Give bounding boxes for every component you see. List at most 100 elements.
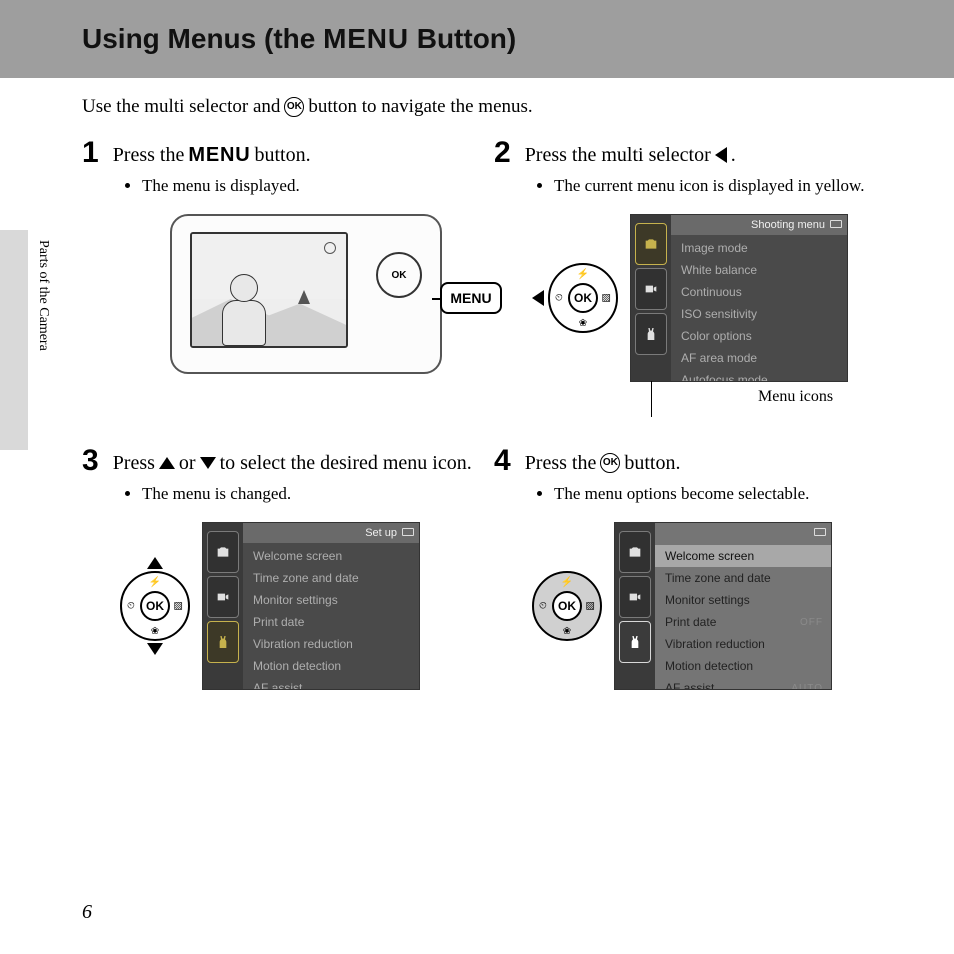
menu-row: ISO sensitivity xyxy=(671,303,847,325)
ok-icon: OK xyxy=(284,97,304,117)
menu-header: Set up xyxy=(243,523,419,543)
menu-row: Welcome screen xyxy=(243,545,419,567)
macro-icon: ❀ xyxy=(579,318,587,329)
flash-icon: ⚡ xyxy=(577,269,589,280)
menu-row: Vibration reduction xyxy=(655,633,831,655)
menu-row: Motion detection xyxy=(243,655,419,677)
step-2: 2 Press the multi selector . The current… xyxy=(494,138,894,406)
timer-icon: ⏲ xyxy=(555,293,563,304)
step-4-title: Press the OK button. xyxy=(525,446,681,476)
flash-icon: ⚡ xyxy=(149,577,161,588)
menu-header: Shooting menu xyxy=(671,215,847,235)
menu-word-header: MENU xyxy=(323,23,409,54)
step-4-bullet: The menu options become selectable. xyxy=(554,484,894,504)
title-prefix: Using Menus (the xyxy=(82,23,323,54)
ev-icon: ▨ xyxy=(602,293,611,304)
dial-arrow-left-icon xyxy=(532,290,544,306)
shooting-menu-screen: Shooting menu Image mode White balance C… xyxy=(630,214,848,382)
step-4-number: 4 xyxy=(494,446,511,476)
step-1-title: Press the MENU button. xyxy=(113,138,311,168)
step-2-bullets: The current menu icon is displayed in ye… xyxy=(494,176,894,196)
step-2-number: 2 xyxy=(494,138,511,168)
battery-icon xyxy=(402,528,414,536)
menu-row: Print date xyxy=(243,611,419,633)
menu-icon-column xyxy=(203,523,243,689)
dial-arrow-down-icon xyxy=(147,643,163,655)
step-3-title: Press or to select the desired menu icon… xyxy=(113,446,472,476)
timer-icon: ⏲ xyxy=(539,601,547,612)
menu-list: Welcome screen Time zone and date Monito… xyxy=(655,523,831,689)
macro-icon: ❀ xyxy=(151,626,159,637)
intro-paragraph: Use the multi selector and OK button to … xyxy=(0,78,954,138)
section-tab-label: Parts of the Camera xyxy=(35,240,51,351)
step-2-title: Press the multi selector . xyxy=(525,138,736,168)
title-suffix: Button) xyxy=(409,23,516,54)
movie-tab-icon xyxy=(207,576,239,618)
setup-tab-icon xyxy=(635,313,667,355)
step-3-bullet: The menu is changed. xyxy=(142,484,482,504)
menu-row: Welcome screen xyxy=(655,545,831,567)
step-1: 1 Press the MENU button. The menu is dis… xyxy=(82,138,482,406)
page-title: Using Menus (the MENU Button) xyxy=(82,23,516,55)
dial-arrow-up-icon xyxy=(147,557,163,569)
ok-dial: ⚡ ❀ ⏲ ▨ OK xyxy=(548,263,618,333)
section-tab xyxy=(0,230,28,450)
ev-icon: ▨ xyxy=(586,601,595,612)
flash-icon: ⚡ xyxy=(561,577,573,588)
menu-header-label: Set up xyxy=(365,527,397,539)
triangle-left-icon xyxy=(715,147,727,163)
step-3-bullets: The menu is changed. xyxy=(82,484,482,504)
battery-icon xyxy=(830,220,842,228)
ok-dial-mini: OK xyxy=(376,252,422,298)
step-4-illustration: ⚡ ❀ ⏲ ▨ OK xyxy=(494,522,894,690)
movie-tab-icon xyxy=(635,268,667,310)
menu-row: Color options xyxy=(671,325,847,347)
step-2-bullet: The current menu icon is displayed in ye… xyxy=(554,176,894,196)
pointer-line-icon xyxy=(651,381,652,417)
menu-list: Image mode White balance Continuous ISO … xyxy=(671,215,847,381)
ev-icon: ▨ xyxy=(174,601,183,612)
battery-icon xyxy=(814,528,826,536)
menu-row: White balance xyxy=(671,259,847,281)
boat-icon xyxy=(298,290,310,304)
triangle-down-icon xyxy=(200,457,216,469)
menu-row: Monitor settings xyxy=(243,589,419,611)
page-number: 6 xyxy=(82,901,92,924)
macro-icon: ❀ xyxy=(563,626,571,637)
intro-text-b: button to navigate the menus. xyxy=(308,96,532,118)
triangle-up-icon xyxy=(159,457,175,469)
menu-header-label: Shooting menu xyxy=(751,219,825,231)
menu-row: Monitor settings xyxy=(655,589,831,611)
camera-tab-icon xyxy=(635,223,667,265)
ok-dial: ⚡ ❀ ⏲ ▨ OK xyxy=(532,571,602,641)
step-3: 3 Press or to select the desired menu ic… xyxy=(82,446,482,690)
setup-tab-icon xyxy=(207,621,239,663)
ok-dial: ⚡ ❀ ⏲ ▨ OK xyxy=(120,571,190,641)
menu-row: AF area mode xyxy=(671,347,847,369)
camera-tab-icon xyxy=(207,531,239,573)
camera-tab-icon xyxy=(619,531,651,573)
setup-menu-active-screen: Welcome screen Time zone and date Monito… xyxy=(614,522,832,690)
menu-row: Motion detection xyxy=(655,655,831,677)
menu-list: Welcome screen Time zone and date Monito… xyxy=(243,523,419,689)
menu-row: Time zone and date xyxy=(243,567,419,589)
menu-row: AF assistAUTO xyxy=(655,677,831,689)
menu-row: Vibration reduction xyxy=(243,633,419,655)
menu-row: Autofocus mode xyxy=(671,369,847,381)
step-3-illustration: ⚡ ❀ ⏲ ▨ OK xyxy=(82,522,482,690)
lcd-screen xyxy=(190,232,348,348)
movie-tab-icon xyxy=(619,576,651,618)
setup-menu-screen: Set up Welcome screen Time zone and date… xyxy=(202,522,420,690)
ok-icon: OK xyxy=(600,453,620,473)
menu-row: Print dateOFF xyxy=(655,611,831,633)
menu-row: Time zone and date xyxy=(655,567,831,589)
step-4: 4 Press the OK button. The menu options … xyxy=(494,446,894,690)
timer-icon: ⏲ xyxy=(127,601,135,612)
menu-icon-column xyxy=(615,523,655,689)
steps-grid: 1 Press the MENU button. The menu is dis… xyxy=(0,138,954,690)
person-head-icon xyxy=(230,274,258,302)
setup-tab-icon xyxy=(619,621,651,663)
step-3-number: 3 xyxy=(82,446,99,476)
step-1-bullets: The menu is displayed. xyxy=(82,176,482,196)
menu-row: Continuous xyxy=(671,281,847,303)
